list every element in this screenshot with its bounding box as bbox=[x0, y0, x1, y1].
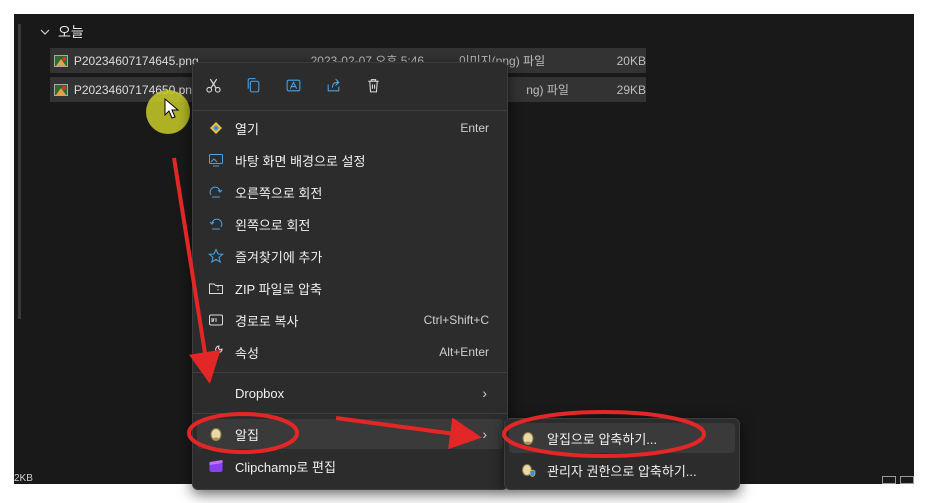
file-size: 29KB bbox=[616, 82, 646, 97]
menu-item-label: 바탕 화면 배경으로 설정 bbox=[235, 153, 366, 169]
menu-item-label: 즐겨찾기에 추가 bbox=[235, 249, 323, 265]
rename-icon bbox=[286, 79, 300, 91]
copy-path-icon bbox=[207, 311, 225, 329]
context-menu: 열기 Enter 바탕 화면 배경으로 설정 오른쪽으로 회전 왼쪽으로 회전 … bbox=[192, 62, 508, 490]
group-label: 오늘 bbox=[58, 24, 84, 40]
share-icon bbox=[327, 78, 340, 91]
menu-divider bbox=[193, 372, 507, 373]
alzip-icon bbox=[207, 425, 225, 443]
menu-item-add-favorites[interactable]: 즐겨찾기에 추가 bbox=[197, 241, 503, 271]
view-toggle[interactable] bbox=[882, 476, 914, 484]
menu-item-properties[interactable]: 속성 Alt+Enter bbox=[197, 337, 503, 367]
navigation-scrollbar[interactable] bbox=[18, 24, 21, 319]
properties-icon bbox=[207, 343, 225, 361]
menu-item-dropbox[interactable]: Dropbox › bbox=[197, 378, 503, 408]
clipchamp-icon bbox=[207, 457, 225, 475]
menu-item-label: Clipchamp로 편집 bbox=[235, 459, 336, 475]
delete-button[interactable] bbox=[361, 73, 385, 97]
image-file-icon bbox=[54, 83, 68, 96]
menu-item-set-wallpaper[interactable]: 바탕 화면 배경으로 설정 bbox=[197, 145, 503, 175]
image-file-icon bbox=[54, 54, 68, 67]
tiles-view-icon[interactable] bbox=[900, 476, 914, 484]
menu-item-label: 알집으로 압축하기... bbox=[547, 431, 658, 447]
copy-icon bbox=[247, 77, 259, 92]
cut-button[interactable] bbox=[201, 73, 225, 97]
copy-button[interactable] bbox=[241, 73, 265, 97]
menu-item-label: 알집 bbox=[235, 427, 259, 443]
menu-item-open[interactable]: 열기 Enter bbox=[197, 113, 503, 143]
menu-item-label: 열기 bbox=[235, 121, 259, 137]
submenu-item-compress-admin[interactable]: 관리자 권한으로 압축하기... bbox=[509, 455, 735, 485]
cut-icon bbox=[205, 78, 221, 93]
mouse-cursor-icon bbox=[164, 98, 180, 119]
shortcut-text: Ctrl+Shift+C bbox=[423, 313, 489, 327]
menu-divider bbox=[193, 413, 507, 414]
delete-icon bbox=[367, 78, 379, 92]
menu-item-copy-path[interactable]: 경로로 복사 Ctrl+Shift+C bbox=[197, 305, 503, 335]
menu-item-label: 오른쪽으로 회전 bbox=[235, 185, 323, 201]
menu-item-rotate-right[interactable]: 오른쪽으로 회전 bbox=[197, 177, 503, 207]
admin-shield-icon bbox=[519, 461, 537, 479]
toolbar-divider bbox=[193, 110, 507, 111]
dropbox-icon bbox=[207, 384, 225, 402]
details-view-icon[interactable] bbox=[882, 476, 896, 484]
menu-item-compress-zip[interactable]: ZIP 파일로 압축 bbox=[197, 273, 503, 303]
submenu-item-compress-alzip[interactable]: 알집으로 압축하기... bbox=[509, 423, 735, 453]
menu-item-label: 속성 bbox=[235, 345, 259, 361]
rotate-left-icon bbox=[207, 215, 225, 233]
menu-item-clipchamp[interactable]: Clipchamp로 편집 bbox=[197, 451, 503, 481]
star-icon bbox=[207, 247, 225, 265]
menu-item-label: 관리자 권한으로 압축하기... bbox=[547, 463, 697, 479]
chevron-right-icon: › bbox=[482, 426, 487, 442]
menu-item-label: ZIP 파일로 압축 bbox=[235, 281, 323, 297]
rename-button[interactable] bbox=[281, 73, 305, 97]
shortcut-text: Alt+Enter bbox=[439, 345, 489, 359]
zip-icon bbox=[207, 279, 225, 297]
shortcut-text: Enter bbox=[460, 121, 489, 135]
menu-item-label: Dropbox bbox=[235, 385, 285, 401]
rotate-right-icon bbox=[207, 183, 225, 201]
menu-item-label: 경로로 복사 bbox=[235, 313, 299, 329]
share-button[interactable] bbox=[321, 73, 345, 97]
group-header-today[interactable]: 오늘 bbox=[40, 22, 84, 42]
file-size: 20KB bbox=[616, 53, 646, 68]
chevron-down-icon bbox=[40, 29, 50, 35]
status-bar-text: 2KB bbox=[14, 473, 33, 484]
menu-item-rotate-left[interactable]: 왼쪽으로 회전 bbox=[197, 209, 503, 239]
chevron-right-icon: › bbox=[482, 385, 487, 401]
menu-item-alzip[interactable]: 알집 › bbox=[197, 419, 503, 449]
alzip-icon bbox=[519, 429, 537, 447]
wallpaper-icon bbox=[207, 151, 225, 169]
context-toolbar bbox=[201, 73, 385, 97]
alzip-submenu: 알집으로 압축하기... 관리자 권한으로 압축하기... bbox=[504, 418, 740, 490]
menu-item-label: 왼쪽으로 회전 bbox=[235, 217, 311, 233]
open-icon bbox=[207, 119, 225, 137]
